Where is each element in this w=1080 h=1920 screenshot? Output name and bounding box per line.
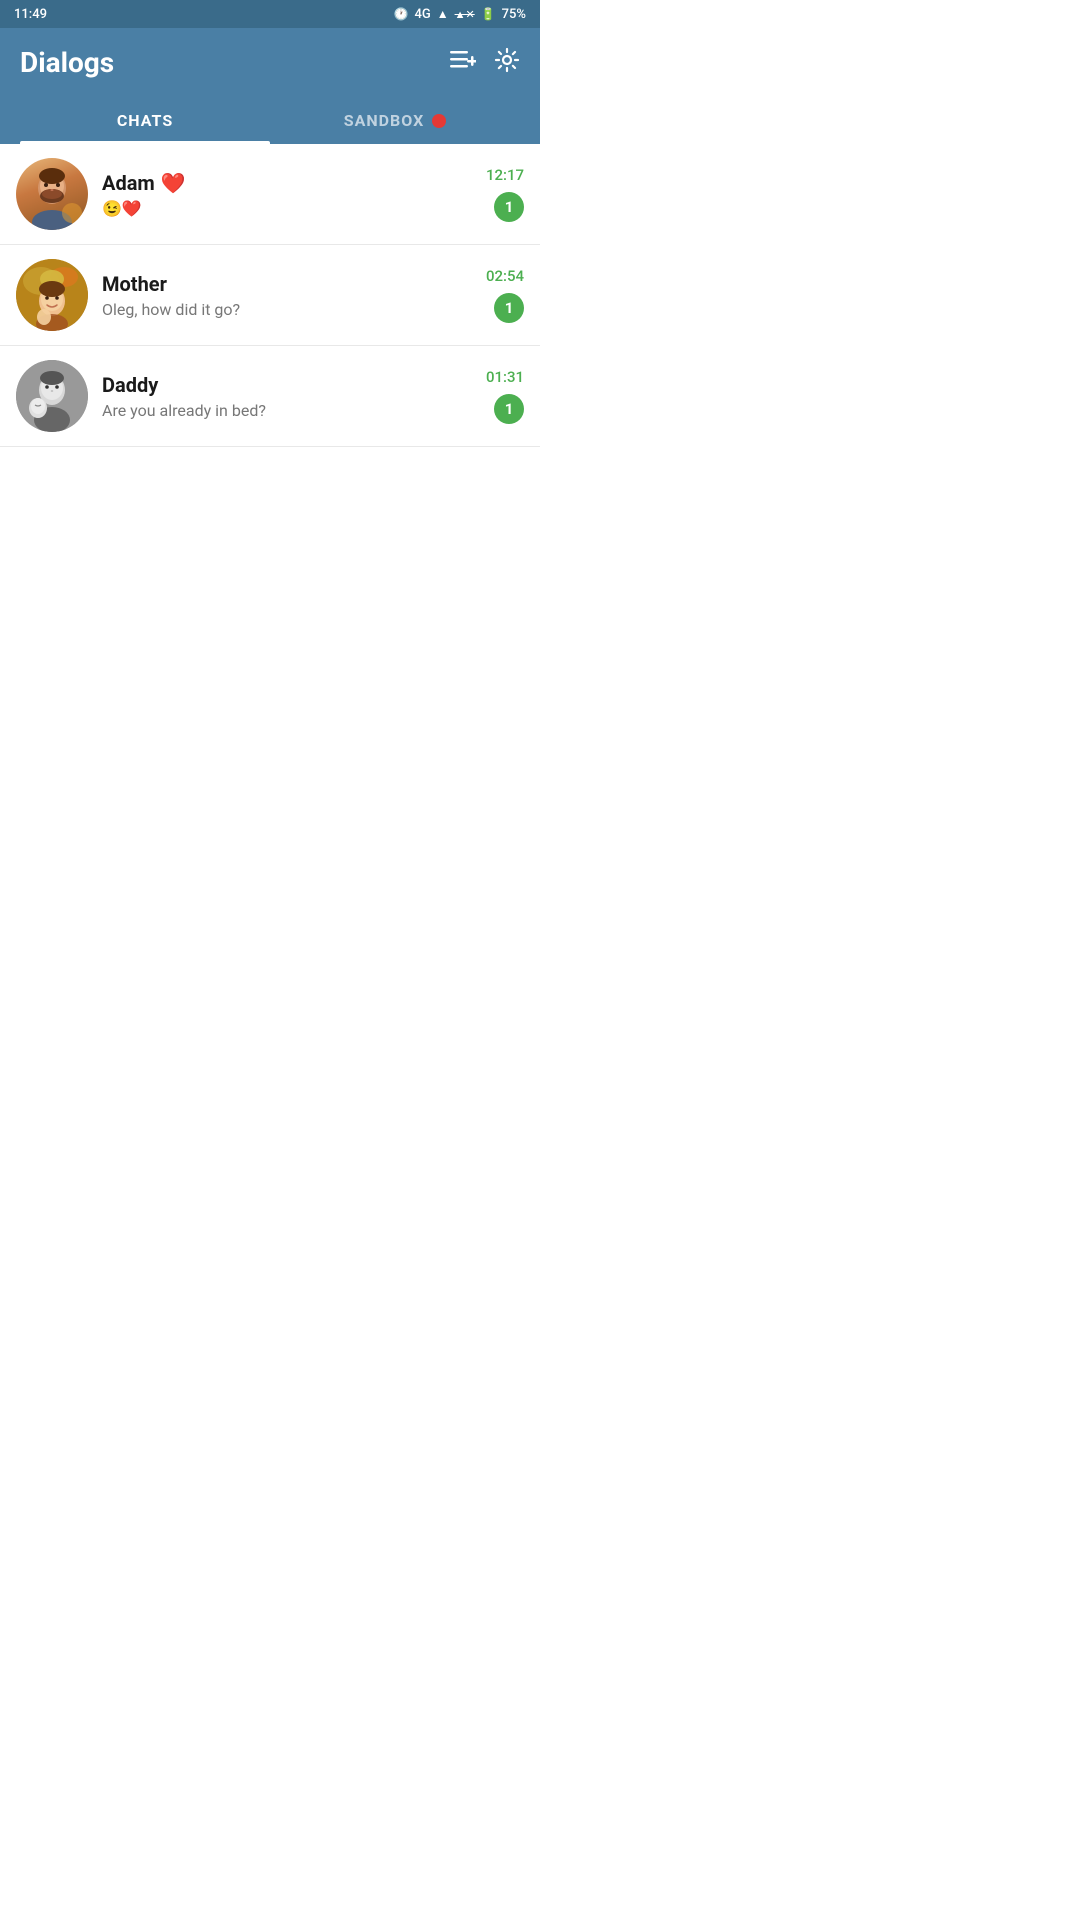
battery-percent: 75% — [502, 7, 526, 22]
avatar-adam-svg — [16, 158, 88, 230]
tab-chats[interactable]: CHATS — [20, 97, 270, 144]
chat-time-daddy: 01:31 — [486, 368, 524, 386]
header-actions — [450, 47, 520, 79]
network-label: 4G — [414, 7, 430, 22]
chat-item-adam[interactable]: Adam ❤️ 😉❤️ 12:17 1 — [0, 144, 540, 245]
page-title: Dialogs — [20, 46, 114, 79]
chat-preview-mother: Oleg, how did it go? — [102, 300, 240, 319]
chat-time-adam: 12:17 — [486, 166, 524, 184]
status-icons: 🕐 4G ▲ ▲✕ 🔋 75% — [393, 7, 526, 22]
header-top: Dialogs — [20, 46, 520, 79]
chat-list: Adam ❤️ 😉❤️ 12:17 1 — [0, 144, 540, 447]
battery-icon: 🔋 — [481, 7, 496, 21]
chat-meta-daddy: 01:31 1 — [486, 368, 524, 424]
unread-badge-mother: 1 — [494, 293, 524, 323]
new-chat-button[interactable] — [450, 49, 476, 77]
new-chat-icon — [450, 49, 476, 71]
chat-info-mother: Mother Oleg, how did it go? — [102, 272, 472, 319]
status-time: 11:49 — [14, 7, 47, 22]
chat-time-mother: 02:54 — [486, 267, 524, 285]
sandbox-notification-dot — [432, 114, 446, 128]
alarm-icon: 🕐 — [393, 7, 408, 21]
avatar-mother — [16, 259, 88, 331]
signal-icon: ▲ — [437, 7, 449, 21]
unread-badge-daddy: 1 — [494, 394, 524, 424]
settings-button[interactable] — [494, 47, 520, 79]
avatar-daddy — [16, 360, 88, 432]
chat-name-emoji-adam: ❤️ — [161, 171, 186, 195]
tabs-bar: CHATS SANDBOX — [20, 97, 520, 144]
chat-preview-adam: 😉❤️ — [102, 199, 142, 218]
chat-item-mother[interactable]: Mother Oleg, how did it go? 02:54 1 — [0, 245, 540, 346]
settings-icon — [494, 47, 520, 73]
chat-preview-daddy: Are you already in bed? — [102, 401, 266, 420]
chat-info-adam: Adam ❤️ 😉❤️ — [102, 171, 472, 218]
chat-meta-mother: 02:54 1 — [486, 267, 524, 323]
avatar-mother-svg — [16, 259, 88, 331]
tab-sandbox[interactable]: SANDBOX — [270, 97, 520, 144]
avatar-daddy-svg — [16, 360, 88, 432]
chat-name-daddy: Daddy — [102, 373, 158, 397]
chat-name-mother: Mother — [102, 272, 167, 296]
avatar-adam — [16, 158, 88, 230]
status-bar: 11:49 🕐 4G ▲ ▲✕ 🔋 75% — [0, 0, 540, 28]
signal-x-icon: ▲✕ — [455, 8, 475, 21]
chat-item-daddy[interactable]: Daddy Are you already in bed? 01:31 1 — [0, 346, 540, 447]
chat-info-daddy: Daddy Are you already in bed? — [102, 373, 472, 420]
header: Dialogs CHATS — [0, 28, 540, 144]
unread-badge-adam: 1 — [494, 192, 524, 222]
chat-meta-adam: 12:17 1 — [486, 166, 524, 222]
chat-name-adam: Adam — [102, 171, 155, 195]
